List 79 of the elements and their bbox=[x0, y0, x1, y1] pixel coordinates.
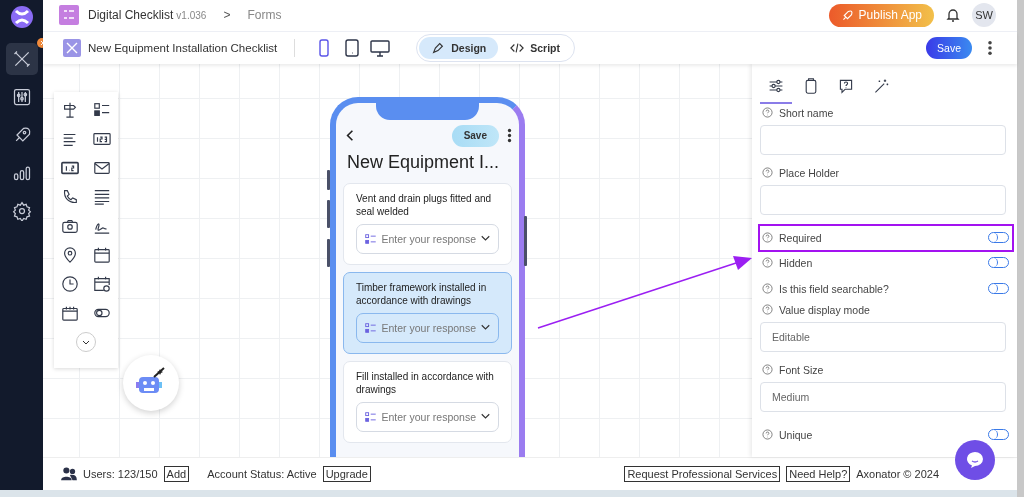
text-field[interactable] bbox=[760, 124, 1006, 155]
checklist-icon bbox=[365, 320, 377, 335]
response-dropdown[interactable]: Enter your response bbox=[356, 223, 499, 254]
app-name: Digital Checklist bbox=[88, 8, 174, 23]
help-icon[interactable] bbox=[762, 304, 773, 316]
question-label: Fill installed in accordance with drawings bbox=[356, 369, 495, 396]
chevron-down-icon bbox=[481, 324, 490, 332]
field-label: Place Holder bbox=[779, 166, 840, 179]
help-button[interactable]: Need Help? bbox=[786, 466, 851, 483]
question-card[interactable]: Timber framework installed in accordance with drawings Enter your response bbox=[343, 271, 512, 354]
magic-wand-icon bbox=[873, 77, 889, 94]
ai-assistant-button[interactable] bbox=[123, 354, 179, 411]
help-icon[interactable] bbox=[762, 283, 773, 295]
upgrade-button[interactable]: Upgrade bbox=[322, 466, 371, 483]
form-title: New Equipment Installation Checklist bbox=[88, 41, 278, 54]
save-button[interactable]: Save bbox=[451, 124, 499, 147]
users-icon bbox=[61, 467, 77, 482]
text-lines-icon[interactable] bbox=[93, 188, 111, 207]
field-label: Value display mode bbox=[779, 303, 870, 316]
location-pin-icon[interactable] bbox=[61, 246, 79, 265]
checklist-icon bbox=[59, 5, 79, 26]
calendar-range-icon[interactable] bbox=[61, 304, 79, 323]
logo-icon bbox=[9, 5, 34, 29]
chat-bubble-icon bbox=[965, 450, 985, 470]
breadcrumb-separator: > bbox=[223, 8, 231, 23]
field-label: Font Size bbox=[779, 363, 824, 376]
help-icon[interactable] bbox=[762, 364, 773, 376]
setting-label: Is this field searchable? bbox=[779, 282, 889, 295]
response-dropdown[interactable]: Enter your response bbox=[356, 401, 499, 432]
sliders-icon bbox=[11, 87, 32, 107]
users-count: Users: 123/150 bbox=[83, 468, 158, 481]
response-dropdown[interactable]: Enter your response bbox=[356, 312, 499, 343]
checklist-icon bbox=[365, 231, 377, 246]
breadcrumb-link[interactable]: Forms bbox=[247, 8, 282, 23]
signpost-icon[interactable] bbox=[61, 101, 79, 120]
calendar-clock-icon[interactable] bbox=[93, 275, 111, 294]
more-icon[interactable] bbox=[987, 39, 993, 56]
add-users-button[interactable]: Add bbox=[163, 466, 190, 483]
field-label: Short name bbox=[779, 106, 834, 119]
clipboard-icon bbox=[803, 77, 819, 94]
account-status: Account Status: Active bbox=[207, 468, 317, 481]
help-icon[interactable] bbox=[762, 107, 773, 119]
setting-label: Required bbox=[779, 231, 822, 244]
help-bubble-icon bbox=[838, 77, 854, 94]
monitor-icon[interactable] bbox=[370, 37, 391, 58]
question-card[interactable]: Fill installed in accordance with drawings Enter your response bbox=[343, 360, 512, 443]
form-heading: New Equipment I... bbox=[347, 150, 500, 173]
help-icon[interactable] bbox=[762, 257, 773, 269]
question-label: Timber framework installed in accordance with drawings bbox=[356, 280, 488, 307]
question-card[interactable]: Vent and drain plugs fitted and seal welded Enter your response bbox=[343, 182, 512, 265]
camera-icon[interactable] bbox=[61, 217, 79, 236]
chevron-down-icon bbox=[481, 413, 490, 421]
select-field[interactable]: Medium bbox=[760, 381, 1006, 412]
checklist-icon bbox=[365, 409, 377, 424]
user-avatar[interactable]: SW bbox=[972, 3, 996, 28]
back-icon[interactable] bbox=[346, 129, 354, 143]
sliders-icon bbox=[768, 77, 784, 94]
setting-label: Hidden bbox=[779, 256, 813, 269]
setting-label: Unique bbox=[779, 428, 813, 441]
chevron-down-icon bbox=[481, 235, 490, 243]
professional-services-button[interactable]: Request Professional Services bbox=[624, 466, 781, 483]
help-icon[interactable] bbox=[762, 232, 773, 244]
mode-tab[interactable]: Script bbox=[498, 36, 572, 59]
question-label: Vent and drain plugs fitted and seal welded bbox=[356, 191, 493, 218]
more-icon[interactable] bbox=[507, 128, 512, 144]
copyright-text: Axonator © 2024 bbox=[856, 468, 939, 481]
help-icon[interactable] bbox=[762, 429, 773, 441]
app-version: v1.036 bbox=[176, 9, 207, 21]
help-icon[interactable] bbox=[762, 167, 773, 179]
text-field[interactable] bbox=[760, 184, 1006, 215]
settings-icon bbox=[11, 201, 32, 221]
bell-icon[interactable] bbox=[945, 7, 961, 24]
sidebar-item[interactable] bbox=[5, 43, 38, 75]
clock-icon[interactable] bbox=[61, 275, 79, 294]
save-button[interactable]: Save bbox=[926, 36, 972, 59]
select-field[interactable]: Editable bbox=[760, 321, 1006, 352]
mode-tab[interactable]: Design bbox=[419, 36, 499, 59]
pen-icon bbox=[431, 40, 446, 55]
calendar-icon[interactable] bbox=[93, 246, 111, 265]
